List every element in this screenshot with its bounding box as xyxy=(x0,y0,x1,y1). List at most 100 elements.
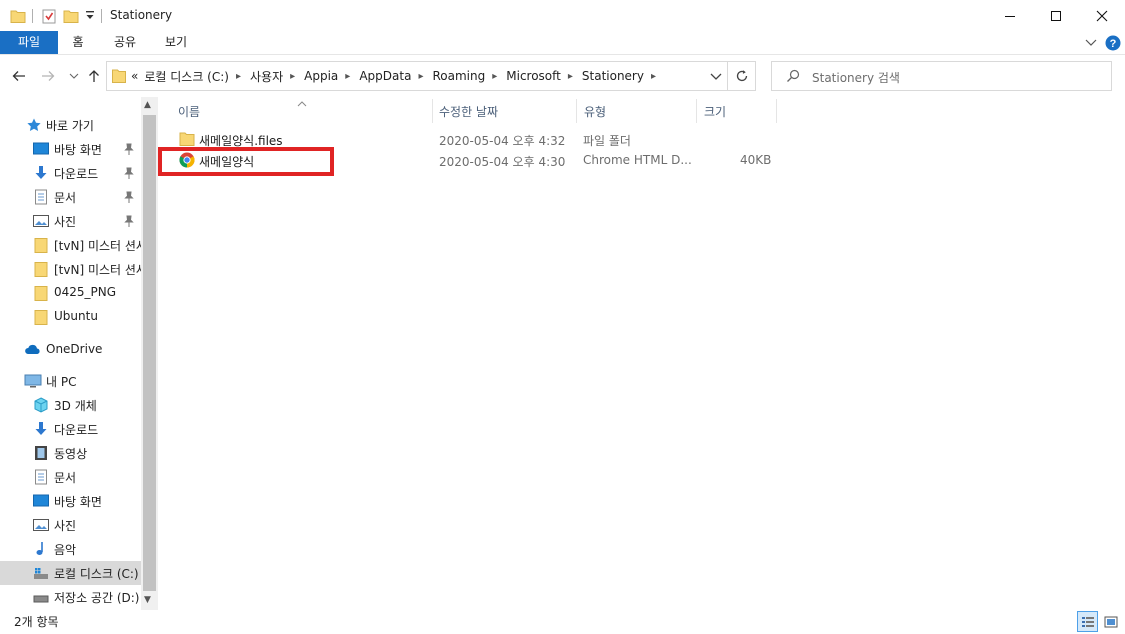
search-placeholder: Stationery 검색 xyxy=(812,71,900,85)
nav-onedrive[interactable]: OneDrive xyxy=(0,338,141,362)
cloud-icon xyxy=(24,342,40,358)
nav-documents[interactable]: 문서 xyxy=(0,185,141,209)
scroll-down-icon[interactable]: ▼ xyxy=(144,595,151,605)
address-history-dropdown-icon[interactable] xyxy=(709,69,723,86)
breadcrumb-item[interactable]: 사용자 xyxy=(250,68,283,85)
nav-desktop[interactable]: 바탕 화면 xyxy=(0,489,141,513)
tab-view[interactable]: 보기 xyxy=(153,31,199,54)
file-date: 2020-05-04 오후 4:32 xyxy=(439,134,566,148)
chevron-right-icon[interactable]: ▸ xyxy=(492,71,497,82)
column-divider[interactable] xyxy=(432,99,433,123)
chevron-right-icon[interactable]: ▸ xyxy=(345,71,350,82)
nav-label: 바로 가기 xyxy=(46,119,94,133)
file-type: Chrome HTML D... xyxy=(583,153,692,167)
file-type: 파일 폴더 xyxy=(583,134,631,148)
nav-label: 바탕 화면 xyxy=(54,495,102,509)
nav-this-pc[interactable]: 내 PC xyxy=(0,369,141,393)
nav-documents[interactable]: 문서 xyxy=(0,465,141,489)
nav-3d-objects[interactable]: 3D 개체 xyxy=(0,393,141,417)
pin-icon[interactable] xyxy=(124,143,134,158)
nav-storage-d[interactable]: 저장소 공간 (D:) xyxy=(0,585,141,609)
drive-icon xyxy=(33,589,49,605)
breadcrumb: « 로컬 디스크 (C:) ▸ 사용자 ▸ Appia ▸ AppData ▸ Roam… xyxy=(131,62,665,90)
nav-label: 내 PC xyxy=(46,375,77,389)
back-arrow-icon[interactable] xyxy=(9,67,29,85)
breadcrumb-item[interactable]: Roaming xyxy=(432,69,485,83)
nav-folder[interactable]: [tvN] 미스터 션샤인 xyxy=(0,233,141,257)
nav-folder[interactable]: 0425_PNG xyxy=(0,281,141,305)
scrollbar-thumb[interactable] xyxy=(143,115,156,591)
divider xyxy=(101,9,102,23)
pin-icon[interactable] xyxy=(124,215,134,230)
nav-local-disk-c[interactable]: 로컬 디스크 (C:) xyxy=(0,561,141,585)
column-header-date[interactable]: 수정한 날짜 xyxy=(439,103,498,129)
recent-locations-icon[interactable] xyxy=(64,67,84,85)
chevron-right-icon[interactable]: ▸ xyxy=(568,71,573,82)
column-divider[interactable] xyxy=(696,99,697,123)
divider xyxy=(32,9,33,23)
nav-pictures[interactable]: 사진 xyxy=(0,513,141,537)
column-header-type[interactable]: 유형 xyxy=(584,103,606,129)
column-divider[interactable] xyxy=(776,99,777,123)
nav-downloads[interactable]: 다운로드 xyxy=(0,161,141,185)
nav-desktop[interactable]: 바탕 화면 xyxy=(0,137,141,161)
column-divider[interactable] xyxy=(576,99,577,123)
nav-label: 3D 개체 xyxy=(54,399,97,413)
expand-ribbon-icon[interactable] xyxy=(1085,37,1097,51)
up-arrow-icon[interactable] xyxy=(84,67,104,85)
ribbon-tabs: 파일 홈 공유 보기 ? xyxy=(0,31,1125,55)
nav-label: 사진 xyxy=(54,519,77,533)
breadcrumb-item[interactable]: AppData xyxy=(359,69,411,83)
tab-home[interactable]: 홈 xyxy=(58,31,98,54)
nav-folder[interactable]: Ubuntu xyxy=(0,305,141,329)
nav-videos[interactable]: 동영상 xyxy=(0,441,141,465)
search-input[interactable]: Stationery 검색 xyxy=(771,61,1112,91)
status-item-count: 2개 항목 xyxy=(14,615,59,629)
breadcrumb-item[interactable]: Stationery xyxy=(582,69,644,83)
breadcrumb-item[interactable]: Microsoft xyxy=(506,69,561,83)
pin-icon[interactable] xyxy=(124,191,134,206)
nav-label: 0425_PNG xyxy=(54,285,117,299)
scroll-up-icon[interactable]: ▲ xyxy=(144,100,151,110)
nav-folder[interactable]: [tvN] 미스터 션샤인 xyxy=(0,257,141,281)
close-button[interactable] xyxy=(1079,0,1125,31)
pictures-icon xyxy=(33,517,49,533)
nav-scrollbar[interactable]: ▲ ▼ xyxy=(141,97,158,610)
maximize-button[interactable] xyxy=(1033,0,1079,31)
svg-text:?: ? xyxy=(1110,38,1117,50)
pin-icon[interactable] xyxy=(124,167,134,182)
nav-label: 음악 xyxy=(54,543,77,557)
new-folder-icon[interactable] xyxy=(63,8,79,27)
nav-downloads[interactable]: 다운로드 xyxy=(0,417,141,441)
large-icons-view-icon[interactable] xyxy=(1100,611,1121,632)
nav-label: OneDrive xyxy=(46,342,103,356)
tab-share[interactable]: 공유 xyxy=(103,31,147,54)
tab-file[interactable]: 파일 xyxy=(0,31,58,54)
column-header-name[interactable]: 이름 xyxy=(178,103,200,129)
window-title: Stationery xyxy=(110,8,173,22)
forward-arrow-icon[interactable] xyxy=(38,67,58,85)
address-bar[interactable]: « 로컬 디스크 (C:) ▸ 사용자 ▸ Appia ▸ AppData ▸ Roam… xyxy=(106,61,728,91)
nav-pictures[interactable]: 사진 xyxy=(0,209,141,233)
chevron-right-icon[interactable]: ▸ xyxy=(236,71,241,82)
customize-quick-access-icon[interactable] xyxy=(85,10,95,25)
navigation-pane: 바로 가기 바탕 화면 다운로드 문서 사진 [tvN] 미스터 션샤인 xyxy=(0,97,158,610)
breadcrumb-overflow[interactable]: « xyxy=(131,69,138,83)
nav-music[interactable]: 음악 xyxy=(0,537,141,561)
column-header-size[interactable]: 크기 xyxy=(704,103,726,129)
minimize-button[interactable] xyxy=(987,0,1033,31)
nav-label: [tvN] 미스터 션샤인 xyxy=(54,239,141,253)
refresh-button[interactable] xyxy=(728,61,756,91)
chevron-right-icon[interactable]: ▸ xyxy=(290,71,295,82)
navigation-bar: « 로컬 디스크 (C:) ▸ 사용자 ▸ Appia ▸ AppData ▸ Roam… xyxy=(0,55,1125,97)
chevron-right-icon[interactable]: ▸ xyxy=(651,71,656,82)
properties-icon[interactable] xyxy=(41,8,57,27)
document-icon xyxy=(33,469,49,485)
nav-label: 로컬 디스크 (C:) xyxy=(54,567,139,581)
breadcrumb-item[interactable]: 로컬 디스크 (C:) xyxy=(144,68,229,85)
breadcrumb-item[interactable]: Appia xyxy=(304,69,338,83)
help-icon[interactable]: ? xyxy=(1105,35,1121,54)
details-view-icon[interactable] xyxy=(1077,611,1098,632)
nav-quick-access[interactable]: 바로 가기 xyxy=(0,113,141,137)
chevron-right-icon[interactable]: ▸ xyxy=(418,71,423,82)
